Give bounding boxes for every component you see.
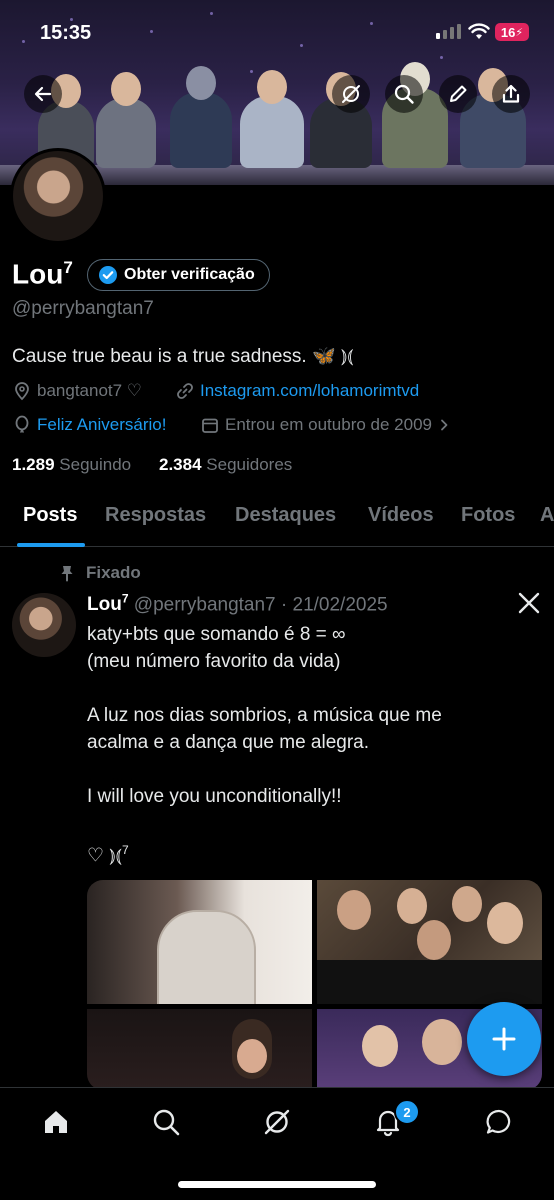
calendar-icon — [202, 418, 218, 433]
status-time: 15:35 — [40, 22, 92, 44]
compose-button[interactable] — [467, 1002, 541, 1076]
tweet-author-name[interactable]: Lou7 — [87, 592, 129, 616]
profile-bio: Cause true beau is a true sadness. 🦋 ⦆⦅ — [12, 346, 354, 367]
followers-count[interactable]: 2.384 Seguidores — [159, 455, 292, 475]
birthday-text: Feliz Aniversário! — [37, 415, 167, 434]
nav-messages[interactable] — [479, 1102, 519, 1142]
nav-grok[interactable] — [257, 1102, 297, 1142]
home-icon — [45, 1111, 67, 1133]
pencil-icon — [450, 85, 467, 102]
nav-home[interactable] — [36, 1102, 76, 1142]
arrow-left-icon — [34, 86, 52, 102]
balloon-icon — [15, 415, 29, 433]
pinned-label: Fixado — [86, 563, 141, 582]
tweet-author-sup: 7 — [121, 592, 129, 606]
tweet-author-avatar[interactable] — [12, 593, 76, 657]
x-logo-icon[interactable] — [517, 591, 541, 615]
followers-number: 2.384 — [159, 455, 202, 474]
tweet-line-6-text: ♡ ⦆⦅ — [87, 845, 122, 867]
tweet-line-2: (meu número favorito da vida) — [87, 651, 341, 672]
profile-website[interactable]: Instagram.com/lohamorimtvd — [175, 381, 419, 401]
profile-handle: @perrybangtan7 — [12, 298, 154, 319]
share-button[interactable] — [492, 75, 530, 113]
verified-badge-icon — [99, 266, 117, 284]
followers-label: Seguidores — [206, 455, 293, 474]
search-button[interactable] — [385, 75, 423, 113]
tweet-body: katy+bts que somando é 8 = ∞ (meu número… — [87, 621, 442, 869]
tab-videos[interactable]: Vídeos — [368, 504, 434, 527]
tweet-line-4: acalma e a dança que me alegra. — [87, 732, 370, 753]
search-icon — [153, 1109, 180, 1136]
edit-button[interactable] — [439, 75, 477, 113]
share-icon — [502, 84, 520, 103]
tweet-line-1: katy+bts que somando é 8 = ∞ — [87, 624, 346, 645]
profile-location: bangtanot7 ♡ — [12, 381, 142, 401]
plus-icon — [492, 1027, 516, 1051]
media-photo-2[interactable] — [317, 880, 542, 1004]
profile-avatar[interactable] — [10, 148, 106, 244]
location-pin-icon — [15, 382, 29, 401]
joined-text: Entrou em outubro de 2009 — [225, 415, 432, 434]
wifi-icon — [468, 23, 490, 39]
search-icon — [394, 84, 414, 104]
profile-name: Lou7 — [12, 258, 73, 290]
cellular-signal-icon — [436, 24, 461, 39]
get-verified-button[interactable]: Obter verificação — [87, 259, 270, 291]
nav-search[interactable] — [146, 1102, 186, 1142]
profile-joined[interactable]: Entrou em outubro de 2009 — [200, 415, 451, 435]
profile-tabs: Posts Respostas Destaques Vídeos Fotos A — [0, 490, 554, 547]
tweet-line-5: I will love you unconditionally!! — [87, 786, 342, 807]
following-count[interactable]: 1.289 Seguindo — [12, 455, 131, 475]
grok-icon — [264, 1109, 290, 1135]
tab-photos[interactable]: Fotos — [461, 504, 515, 527]
chat-bubble-icon — [486, 1109, 511, 1134]
tweet-meta: @perrybangtan7 · 21/02/2025 — [133, 594, 388, 616]
battery-level: 16 — [500, 24, 516, 40]
get-verified-label: Obter verificação — [124, 266, 255, 283]
profile-name-sup: 7 — [63, 258, 73, 277]
media-photo-1[interactable] — [87, 880, 312, 1004]
notifications-badge: 2 — [394, 1099, 420, 1125]
tab-highlights[interactable]: Destaques — [235, 504, 336, 527]
tab-replies[interactable]: Respostas — [105, 504, 206, 527]
tweet-header: Lou7 @perrybangtan7 · 21/02/2025 — [87, 592, 388, 616]
pinned-indicator: Fixado — [58, 563, 141, 583]
tweet-line-6-sup: 7 — [121, 843, 129, 857]
profile-name-text: Lou — [12, 258, 64, 290]
link-icon — [177, 383, 193, 399]
tab-indicator — [17, 543, 85, 547]
grok-icon — [342, 85, 360, 103]
media-photo-3[interactable] — [87, 1009, 312, 1090]
profile-birthday: Feliz Aniversário! — [12, 415, 166, 435]
pin-icon — [61, 566, 73, 582]
website-link[interactable]: Instagram.com/lohamorimtvd — [200, 381, 419, 401]
tweet-line-3: A luz nos dias sombrios, a música que me — [87, 705, 442, 726]
back-button[interactable] — [24, 75, 62, 113]
tab-posts[interactable]: Posts — [23, 504, 77, 527]
tab-more[interactable]: A — [540, 504, 554, 527]
tweet-author-text: Lou — [87, 594, 122, 616]
home-indicator — [178, 1181, 376, 1188]
chevron-right-icon — [441, 419, 448, 431]
following-label: Seguindo — [59, 455, 132, 474]
following-number: 1.289 — [12, 455, 55, 474]
grok-button[interactable] — [332, 75, 370, 113]
tweet-line-6: ♡ ⦆⦅7 — [87, 837, 442, 869]
location-text: bangtanot7 ♡ — [37, 381, 143, 400]
battery-icon: 16 ⚡ — [495, 23, 529, 41]
